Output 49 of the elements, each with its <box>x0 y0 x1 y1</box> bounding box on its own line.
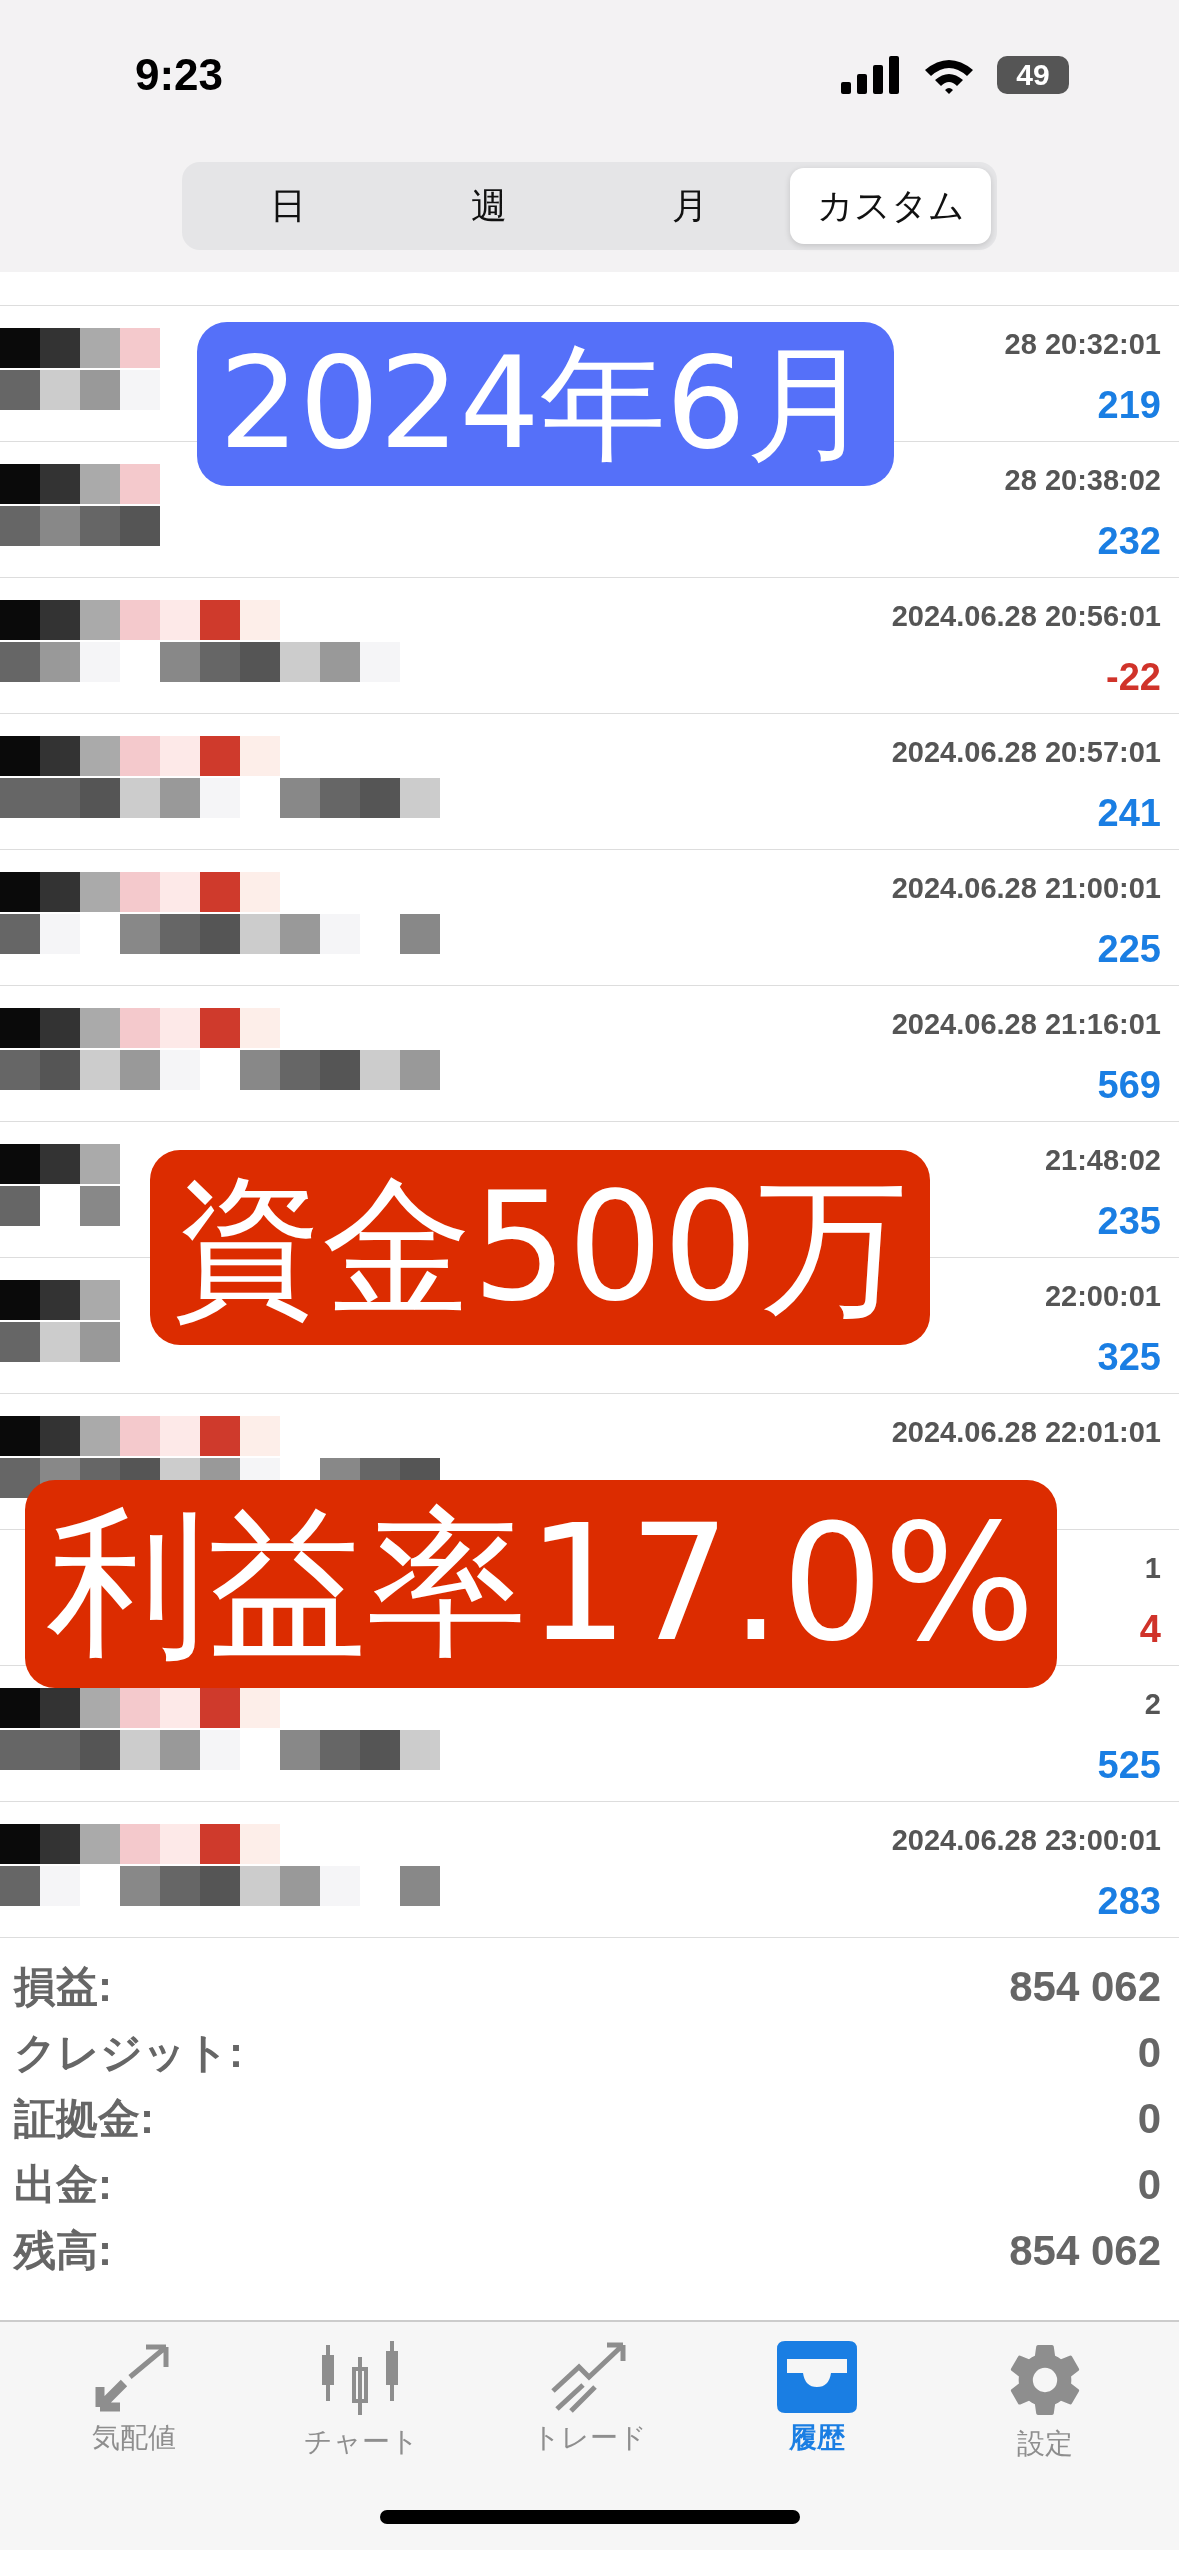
deal-profit: 525 <box>1097 1744 1161 1787</box>
deal-time: 2024.06.28 20:57:01 <box>891 736 1161 769</box>
summary-value: 0 <box>1137 2095 1161 2143</box>
tab-bar-item[interactable]: 設定 <box>955 2340 1136 2464</box>
period-tab[interactable]: カスタム <box>790 168 991 244</box>
period-tab[interactable]: 日 <box>188 168 389 244</box>
deal-profit: 225 <box>1097 928 1161 971</box>
deal-time: 2024.06.28 21:16:01 <box>891 1008 1161 1041</box>
summary-value: 854 062 <box>1009 1963 1161 2011</box>
battery-indicator: 49 <box>997 56 1069 94</box>
period-tab[interactable]: 月 <box>589 168 791 244</box>
deal-time: 21:48:02 <box>1044 1144 1161 1177</box>
deal-time: 2024.06.28 20:56:01 <box>891 600 1161 633</box>
summary-label: 証拠金: <box>14 2094 154 2144</box>
signal-icon <box>841 56 901 94</box>
deal-time: 22:00:01 <box>1044 1280 1161 1313</box>
tab-bar-item[interactable]: チャート <box>271 2340 452 2464</box>
deal-profit: 4 <box>1139 1608 1161 1651</box>
tab-bar-item[interactable]: 気配値 <box>43 2340 224 2464</box>
deal-time: 28 20:32:01 <box>1004 328 1161 361</box>
deal-profit: 569 <box>1097 1064 1161 1107</box>
tab-bar-item[interactable]: 履歴 <box>727 2340 908 2464</box>
deal-time: 1 <box>1144 1552 1161 1585</box>
summary-value: 854 062 <box>1009 2227 1161 2275</box>
deal-time: 2024.06.28 21:00:01 <box>891 872 1161 905</box>
deal-profit: 241 <box>1097 792 1161 835</box>
caption-banner: 2024年6月 <box>197 322 894 486</box>
period-tab[interactable]: 週 <box>388 168 590 244</box>
deal-profit: 232 <box>1097 520 1161 563</box>
summary-value: 0 <box>1137 2029 1161 2077</box>
deal-time: 28 20:38:02 <box>1004 464 1161 497</box>
summary-label: 残高: <box>14 2226 112 2276</box>
deal-profit: 325 <box>1097 1336 1161 1379</box>
summary-label: 出金: <box>14 2160 112 2210</box>
summary-label: クレジット: <box>14 2028 243 2078</box>
deal-profit: 283 <box>1097 1880 1161 1923</box>
caption-banner: 利益率17.0% <box>25 1480 1058 1688</box>
tab-bar-item[interactable]: トレード <box>499 2340 680 2464</box>
deal-profit: 219 <box>1097 384 1161 427</box>
deal-profit: -22 <box>1106 656 1161 699</box>
summary-value: 0 <box>1137 2161 1161 2209</box>
deal-profit: 235 <box>1097 1200 1161 1243</box>
deal-time: 2024.06.28 23:00:01 <box>891 1824 1161 1857</box>
deal-time: 2 <box>1144 1688 1161 1721</box>
caption-banner: 資金500万 <box>150 1150 931 1345</box>
summary-label: 損益: <box>14 1962 112 2012</box>
deal-time: 2024.06.28 22:01:01 <box>891 1416 1161 1449</box>
inbox-tray-icon <box>777 2341 858 2413</box>
clock-time: 9:23 <box>135 50 224 100</box>
